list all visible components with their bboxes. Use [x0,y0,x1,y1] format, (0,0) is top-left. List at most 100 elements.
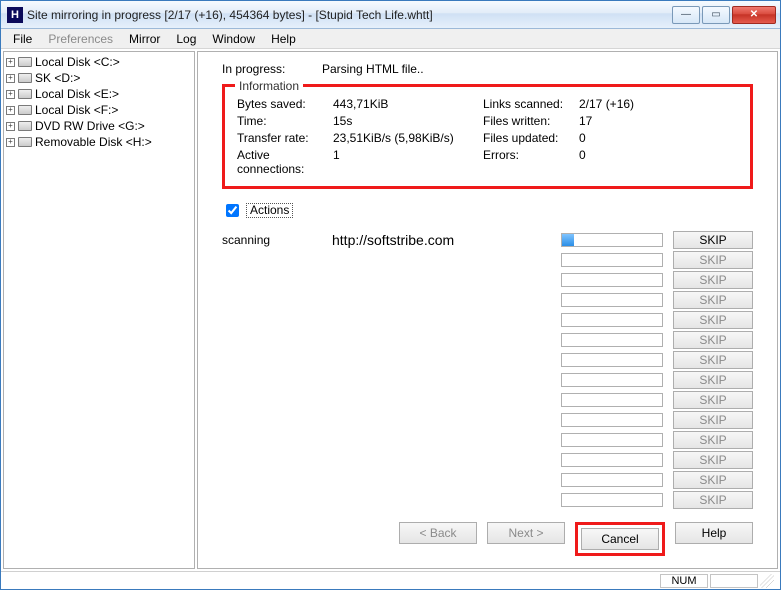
transfer-progress [561,413,663,427]
transfer-row: SKIP [222,470,753,490]
transfer-list: scanninghttp://softstribe.comSKIPSKIPSKI… [222,230,753,510]
in-progress-value: Parsing HTML file.. [322,62,424,76]
skip-button: SKIP [673,311,753,329]
skip-button: SKIP [673,291,753,309]
minimize-button[interactable]: — [672,6,700,24]
transfer-progress [561,273,663,287]
cancel-button[interactable]: Cancel [581,528,659,550]
menubar: File Preferences Mirror Log Window Help [1,29,780,49]
information-legend: Information [235,79,303,93]
resize-grip-icon[interactable] [760,574,774,588]
files-updated-value: 0 [579,131,669,145]
actions-checkbox[interactable] [226,204,239,217]
time-label: Time: [237,114,333,128]
skip-button: SKIP [673,351,753,369]
transfer-rate-value: 23,51KiB/s (5,98KiB/s) [333,131,483,145]
files-written-label: Files written: [483,114,579,128]
links-scanned-value: 2/17 (+16) [579,97,669,111]
errors-label: Errors: [483,148,579,176]
transfer-progress [561,333,663,347]
help-button[interactable]: Help [675,522,753,544]
transfer-row: SKIP [222,490,753,510]
tree-item[interactable]: + SK <D:> [6,70,192,86]
skip-button: SKIP [673,431,753,449]
transfer-row: SKIP [222,250,753,270]
transfer-row: SKIP [222,330,753,350]
drive-icon [18,121,32,131]
tree-item[interactable]: + Local Disk <C:> [6,54,192,70]
expand-icon[interactable]: + [6,106,15,115]
expand-icon[interactable]: + [6,58,15,67]
skip-button: SKIP [673,391,753,409]
transfer-progress [561,433,663,447]
skip-button: SKIP [673,331,753,349]
tree-item-label: Local Disk <C:> [35,55,120,69]
titlebar: H Site mirroring in progress [2/17 (+16)… [1,1,780,29]
tree-item-label: Local Disk <E:> [35,87,119,101]
in-progress-label: In progress: [222,62,322,76]
active-connections-label: Active connections: [237,148,333,176]
tree-item-label: DVD RW Drive <G:> [35,119,145,133]
transfer-progress [561,253,663,267]
tree-item[interactable]: + Removable Disk <H:> [6,134,192,150]
menu-preferences[interactable]: Preferences [40,30,121,48]
transfer-progress [561,473,663,487]
expand-icon[interactable]: + [6,138,15,147]
window-title: Site mirroring in progress [2/17 (+16), … [27,8,670,22]
expand-icon[interactable]: + [6,122,15,131]
information-group: Information Bytes saved: 443,71KiB Links… [222,84,753,189]
next-button[interactable]: Next > [487,522,565,544]
transfer-progress [561,233,663,247]
drive-icon [18,89,32,99]
back-button[interactable]: < Back [399,522,477,544]
skip-button: SKIP [673,451,753,469]
expand-icon[interactable]: + [6,74,15,83]
transfer-row: SKIP [222,430,753,450]
transfer-row: SKIP [222,310,753,330]
actions-label: Actions [246,203,293,218]
menu-log[interactable]: Log [168,30,204,48]
files-written-value: 17 [579,114,669,128]
status-num: NUM [660,574,708,588]
active-connections-value: 1 [333,148,483,176]
bytes-saved-label: Bytes saved: [237,97,333,111]
status-empty [710,574,758,588]
transfer-row: scanninghttp://softstribe.comSKIP [222,230,753,250]
transfer-row: SKIP [222,290,753,310]
menu-window[interactable]: Window [204,30,263,48]
transfer-progress [561,293,663,307]
cancel-highlight: Cancel [575,522,665,556]
menu-mirror[interactable]: Mirror [121,30,168,48]
transfer-row: SKIP [222,390,753,410]
drive-tree[interactable]: + Local Disk <C:> + SK <D:> + Local Disk <E:>… [3,51,195,569]
drive-icon [18,73,32,83]
skip-button: SKIP [673,471,753,489]
skip-button: SKIP [673,411,753,429]
errors-value: 0 [579,148,669,176]
menu-help[interactable]: Help [263,30,304,48]
tree-item-label: Removable Disk <H:> [35,135,152,149]
transfer-row: SKIP [222,350,753,370]
main-panel: In progress: Parsing HTML file.. Informa… [197,51,778,569]
tree-item-label: Local Disk <F:> [35,103,118,117]
bytes-saved-value: 443,71KiB [333,97,483,111]
menu-file[interactable]: File [5,30,40,48]
tree-item[interactable]: + DVD RW Drive <G:> [6,118,192,134]
tree-item[interactable]: + Local Disk <F:> [6,102,192,118]
drive-icon [18,137,32,147]
transfer-url: http://softstribe.com [332,232,561,248]
expand-icon[interactable]: + [6,90,15,99]
close-button[interactable]: ✕ [732,6,776,24]
skip-button[interactable]: SKIP [673,231,753,249]
maximize-button[interactable]: ▭ [702,6,730,24]
time-value: 15s [333,114,483,128]
tree-item-label: SK <D:> [35,71,80,85]
transfer-progress [561,393,663,407]
files-updated-label: Files updated: [483,131,579,145]
statusbar: NUM [1,571,780,589]
transfer-progress [561,313,663,327]
tree-item[interactable]: + Local Disk <E:> [6,86,192,102]
transfer-progress [561,353,663,367]
links-scanned-label: Links scanned: [483,97,579,111]
transfer-row: SKIP [222,370,753,390]
